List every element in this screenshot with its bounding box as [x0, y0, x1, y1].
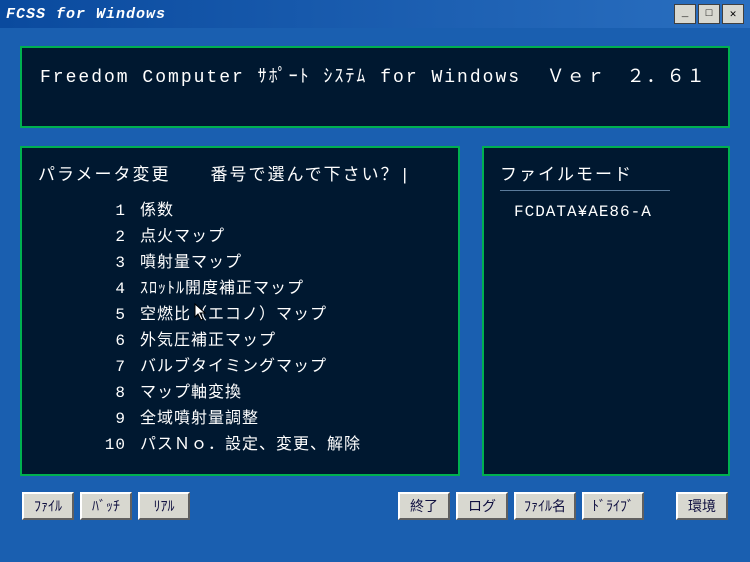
- menu-item-2[interactable]: 2 点火マップ: [92, 224, 442, 250]
- menu-num: 10: [92, 432, 126, 458]
- file-mode-title: ファイルモード: [500, 160, 712, 186]
- menu-item-1[interactable]: 1 係数: [92, 198, 442, 224]
- input-prompt[interactable]: 番号で選んで下さい？|: [211, 160, 412, 186]
- app-title-version: Freedom Computer ｻﾎﾟｰﾄ ｼｽﾃﾑ for Windows …: [40, 62, 710, 88]
- menu-items: 1 係数 2 点火マップ 3 噴射量マップ 4 ｽﾛｯﾄﾙ開度補正マップ 5: [38, 198, 442, 458]
- menu-item-4[interactable]: 4 ｽﾛｯﾄﾙ開度補正マップ: [92, 276, 442, 302]
- menu-label: 全域噴射量調整: [140, 406, 259, 432]
- menu-item-9[interactable]: 9 全域噴射量調整: [92, 406, 442, 432]
- menu-num: 4: [92, 276, 126, 302]
- menu-num: 5: [92, 302, 126, 328]
- menu-num: 7: [92, 354, 126, 380]
- batch-button[interactable]: ﾊﾞｯﾁ: [80, 492, 132, 520]
- minimize-button[interactable]: _: [674, 4, 696, 24]
- panel-title: パラメータ変更: [38, 160, 171, 186]
- titlebar: FCSS for Windows _ □ ✕: [0, 0, 750, 28]
- menu-num: 3: [92, 250, 126, 276]
- main-row: パラメータ変更 番号で選んで下さい？| 1 係数 2 点火マップ 3 噴射量マッ…: [20, 146, 730, 476]
- client-area: Freedom Computer ｻﾎﾟｰﾄ ｼｽﾃﾑ for Windows …: [0, 28, 750, 530]
- bottom-toolbar: ﾌｧｲﾙ ﾊﾞｯﾁ ﾘｱﾙ 終了 ログ ﾌｧｲﾙ名 ﾄﾞﾗｲﾌﾞ 環境: [20, 492, 730, 520]
- menu-label: 噴射量マップ: [140, 250, 242, 276]
- menu-item-7[interactable]: 7 バルブタイミングマップ: [92, 354, 442, 380]
- drive-button[interactable]: ﾄﾞﾗｲﾌﾞ: [582, 492, 644, 520]
- spacer: [650, 492, 670, 520]
- menu-item-3[interactable]: 3 噴射量マップ: [92, 250, 442, 276]
- menu-item-6[interactable]: 6 外気圧補正マップ: [92, 328, 442, 354]
- menu-num: 9: [92, 406, 126, 432]
- menu-label: バルブタイミングマップ: [140, 354, 327, 380]
- menu-num: 2: [92, 224, 126, 250]
- menu-label: ｽﾛｯﾄﾙ開度補正マップ: [140, 276, 304, 302]
- env-button[interactable]: 環境: [676, 492, 728, 520]
- menu-num: 6: [92, 328, 126, 354]
- file-mode-path: FCDATA¥AE86-A: [500, 203, 712, 221]
- panel-head: パラメータ変更 番号で選んで下さい？|: [38, 160, 442, 186]
- parameter-menu-panel: パラメータ変更 番号で選んで下さい？| 1 係数 2 点火マップ 3 噴射量マッ…: [20, 146, 460, 476]
- menu-label: マップ軸変換: [140, 380, 242, 406]
- menu-num: 8: [92, 380, 126, 406]
- menu-item-5[interactable]: 5 空燃比（エコノ）マップ: [92, 302, 442, 328]
- log-button[interactable]: ログ: [456, 492, 508, 520]
- menu-label: パスＮｏ．設定、変更、解除: [140, 432, 361, 458]
- window-controls: _ □ ✕: [674, 4, 744, 24]
- exit-button[interactable]: 終了: [398, 492, 450, 520]
- spacer: [196, 492, 392, 520]
- maximize-button[interactable]: □: [698, 4, 720, 24]
- close-button[interactable]: ✕: [722, 4, 744, 24]
- menu-item-10[interactable]: 10 パスＮｏ．設定、変更、解除: [92, 432, 442, 458]
- menu-label: 点火マップ: [140, 224, 225, 250]
- file-button[interactable]: ﾌｧｲﾙ: [22, 492, 74, 520]
- menu-label: 空燃比（エコノ）マップ: [140, 302, 327, 328]
- menu-label: 外気圧補正マップ: [140, 328, 276, 354]
- real-button[interactable]: ﾘｱﾙ: [138, 492, 190, 520]
- header-panel: Freedom Computer ｻﾎﾟｰﾄ ｼｽﾃﾑ for Windows …: [20, 46, 730, 128]
- filename-button[interactable]: ﾌｧｲﾙ名: [514, 492, 576, 520]
- divider: [500, 190, 670, 191]
- menu-item-8[interactable]: 8 マップ軸変換: [92, 380, 442, 406]
- menu-label: 係数: [140, 198, 174, 224]
- menu-num: 1: [92, 198, 126, 224]
- file-mode-panel: ファイルモード FCDATA¥AE86-A: [482, 146, 730, 476]
- window-title: FCSS for Windows: [6, 6, 674, 23]
